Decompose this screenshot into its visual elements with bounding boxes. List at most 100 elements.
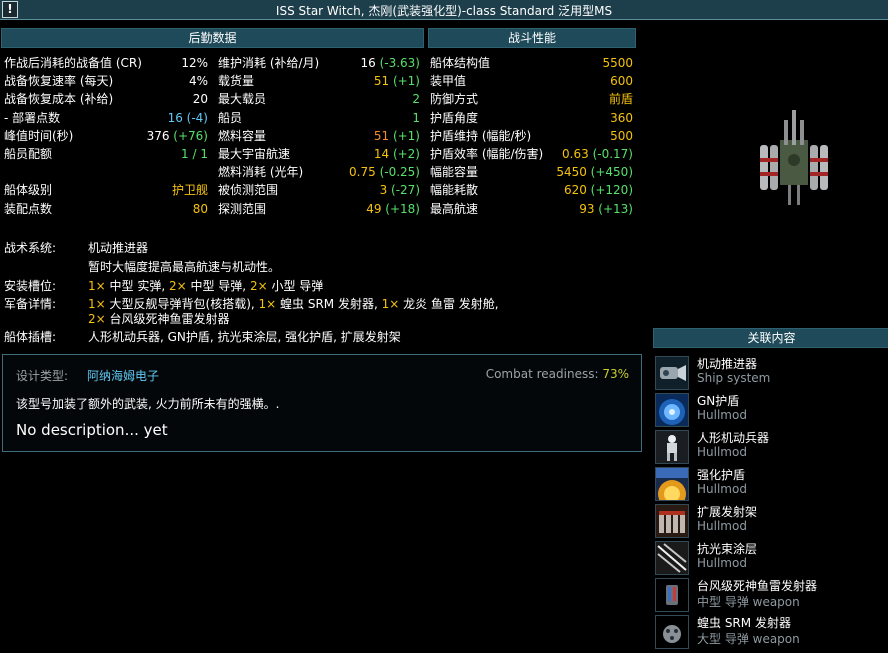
armaments-list-line2: 2× 台风级死神鱼雷发射器 xyxy=(88,310,230,327)
combat-stat-label: 防御方式 xyxy=(430,92,479,107)
logistics-stat-label: 最大宇宙航速 xyxy=(218,147,291,161)
combat-stat-label: 护盾效率 (幅能/伤害) xyxy=(430,147,544,161)
related-item-type: Hullmod xyxy=(697,445,747,459)
logistics-stat-row: 装配点数 80 xyxy=(4,200,208,218)
logistics-stat-value: 51 (+1) xyxy=(373,74,420,89)
humanoid-mech-icon xyxy=(655,430,689,464)
logistics-stat-row: - 部署点数 16 (-4) xyxy=(4,109,208,127)
related-item[interactable]: 机动推进器 Ship system xyxy=(653,354,888,391)
logistics-stat-value: 12% xyxy=(181,56,208,70)
mounts-label: 安装槽位: xyxy=(4,279,57,293)
logistics-stat-label: 最大载员 xyxy=(218,92,267,107)
related-item-name: 蝗虫 SRM 发射器 xyxy=(697,616,791,630)
thruster-icon xyxy=(655,356,689,390)
related-item-type: Hullmod xyxy=(697,482,747,496)
combat-stat-row: 船体结构值 5500 xyxy=(430,54,633,72)
tactical-system-label: 战术系统: xyxy=(4,241,57,255)
combat-stat-value: 5500 xyxy=(602,56,633,70)
logistics-stat-label: 船员 xyxy=(218,110,243,125)
design-type-value: 阿纳海姆电子 xyxy=(87,369,160,383)
logistics-stat-row: 燃料消耗 (光年) 0.75 (-0.25) xyxy=(218,163,420,181)
related-item[interactable]: 扩展发射架 Hullmod xyxy=(653,502,888,539)
logistics-stat-label: 燃料消耗 (光年) xyxy=(218,165,304,180)
combat-stat-row: 装甲值 600 xyxy=(430,72,633,90)
armament-count: 1× xyxy=(258,297,277,311)
combat-stat-label: 船体结构值 xyxy=(430,56,491,70)
combat-stat-value: 500 xyxy=(610,128,633,143)
logistics-stat-value: 2 xyxy=(412,92,420,107)
related-item-name: 扩展发射架 xyxy=(697,505,758,519)
combat-stat-label: 幅能耗散 xyxy=(430,183,479,198)
design-type-label: 设计类型: xyxy=(16,369,69,383)
combat-stat-row: 护盾维持 (幅能/秒) 500 xyxy=(430,127,633,145)
combat-stat-row: 护盾效率 (幅能/伤害) 0.63 (-0.17) xyxy=(430,145,633,163)
logistics-stat-value: 376 (+76) xyxy=(146,128,208,143)
mounts-list: 1× 中型 实弹, 2× 中型 导弹, 2× 小型 导弹 xyxy=(88,277,323,294)
armament-text: 大型反舰导弹背包(核搭载), xyxy=(105,297,259,311)
logistics-stat-row: 作战后消耗的战备值 (CR) 12% xyxy=(4,54,208,72)
logistics-header: 后勤数据 xyxy=(1,28,424,48)
logistics-stat-value: 49 (+18) xyxy=(366,201,420,216)
armament-count: 1× xyxy=(381,297,400,311)
related-item-type: Hullmod xyxy=(697,519,747,533)
logistics-stat-value: 16 (-3.63) xyxy=(360,56,420,70)
armament-text: 龙炎 鱼雷 发射舱, xyxy=(399,297,499,311)
logistics-stat-value: 80 xyxy=(192,201,208,216)
logistics-stat-label: 作战后消耗的战备值 (CR) xyxy=(4,56,142,70)
armament-count: 1× xyxy=(88,297,106,311)
related-item-type: Hullmod xyxy=(697,556,747,570)
armament-text: 蝗虫 SRM 发射器, xyxy=(276,297,382,311)
combat-stat-row: 幅能耗散 620 (+120) xyxy=(430,181,633,199)
logistics-stat-value: 1 xyxy=(412,110,420,125)
srm-launcher-icon xyxy=(655,615,689,649)
armament-text: 台风级死神鱼雷发射器 xyxy=(105,312,230,326)
logistics-stat-value: 14 (+2) xyxy=(373,147,420,161)
title-bar: ! ISS Star Witch, 杰刚(武装强化型)-class Standa… xyxy=(0,0,888,20)
logistics-stat-label: 被侦测范围 xyxy=(218,183,279,198)
logistics-stat-value: 1 / 1 xyxy=(181,147,208,161)
logistics-stat-label: - 部署点数 xyxy=(4,110,61,125)
ship-title: ISS Star Witch, 杰刚(武装强化型)-class Standard… xyxy=(275,4,613,18)
combat-stat-value: 620 (+120) xyxy=(563,183,633,198)
logistics-stat-value: 51 (+1) xyxy=(373,128,420,143)
mount-count: 1× xyxy=(88,279,106,293)
armament-count: 2× xyxy=(88,312,106,326)
combat-stat-label: 装甲值 xyxy=(430,74,467,89)
logistics-stat-row: 峰值时间(秒) 376 (+76) xyxy=(4,127,208,145)
logistics-stat-row: 最大宇宙航速 14 (+2) xyxy=(218,145,420,163)
related-item[interactable]: 强化护盾 Hullmod xyxy=(653,465,888,508)
related-item-name: 抗光束涂层 xyxy=(697,542,758,556)
logistics-stat-label: 船体级别 xyxy=(4,183,53,198)
logistics-stat-row: 船体级别 护卫舰 xyxy=(4,181,208,199)
combat-readiness-label: Combat readiness: xyxy=(485,367,599,381)
combat-stat-label: 幅能容量 xyxy=(430,165,479,180)
related-item[interactable]: 人形机动兵器 Hullmod xyxy=(653,428,888,465)
hullmods-label: 船体插槽: xyxy=(4,330,57,344)
combat-stat-value: 5450 (+450) xyxy=(556,165,633,180)
logistics-stat-row: 战备恢复成本 (补给) 20 xyxy=(4,90,208,108)
tactical-system-name: 机动推进器 xyxy=(88,241,149,255)
related-item-name: 人形机动兵器 xyxy=(697,431,770,445)
related-item[interactable]: 蝗虫 SRM 发射器 大型 导弹 weapon xyxy=(653,613,888,650)
related-item[interactable]: 台风级死神鱼雷发射器 中型 导弹 weapon xyxy=(653,576,888,613)
logistics-stat-label: 峰值时间(秒) xyxy=(4,128,74,143)
combat-stat-value: 360 xyxy=(610,110,633,125)
logistics-stat-row: 载货量 51 (+1) xyxy=(218,72,420,90)
logistics-stat-row: 最大载员 2 xyxy=(218,90,420,108)
logistics-stat-label: 维护消耗 (补给/月) xyxy=(218,56,320,70)
combat-header: 战斗性能 xyxy=(428,28,636,48)
related-item-type: 中型 导弹 weapon xyxy=(697,595,800,609)
related-item[interactable]: GN护盾 Hullmod xyxy=(653,391,888,428)
combat-stat-row: 最高航速 93 (+13) xyxy=(430,200,633,218)
logistics-stat-row: 船员 1 xyxy=(218,109,420,127)
mount-text: 中型 实弹, xyxy=(105,279,169,293)
related-item[interactable]: 抗光束涂层 Hullmod xyxy=(653,539,888,576)
logistics-stat-row: 探测范围 49 (+18) xyxy=(218,200,420,218)
logistics-stat-label: 载货量 xyxy=(218,74,255,89)
related-item-name: 台风级死神鱼雷发射器 xyxy=(697,579,818,593)
related-item-type: Ship system xyxy=(697,371,771,385)
logistics-stat-label: 探测范围 xyxy=(218,201,267,216)
gn-shield-icon xyxy=(655,393,689,427)
design-panel: 设计类型: 阿纳海姆电子 Combat readiness: 73% 该型号加装… xyxy=(2,354,642,452)
ship-image xyxy=(740,100,850,215)
